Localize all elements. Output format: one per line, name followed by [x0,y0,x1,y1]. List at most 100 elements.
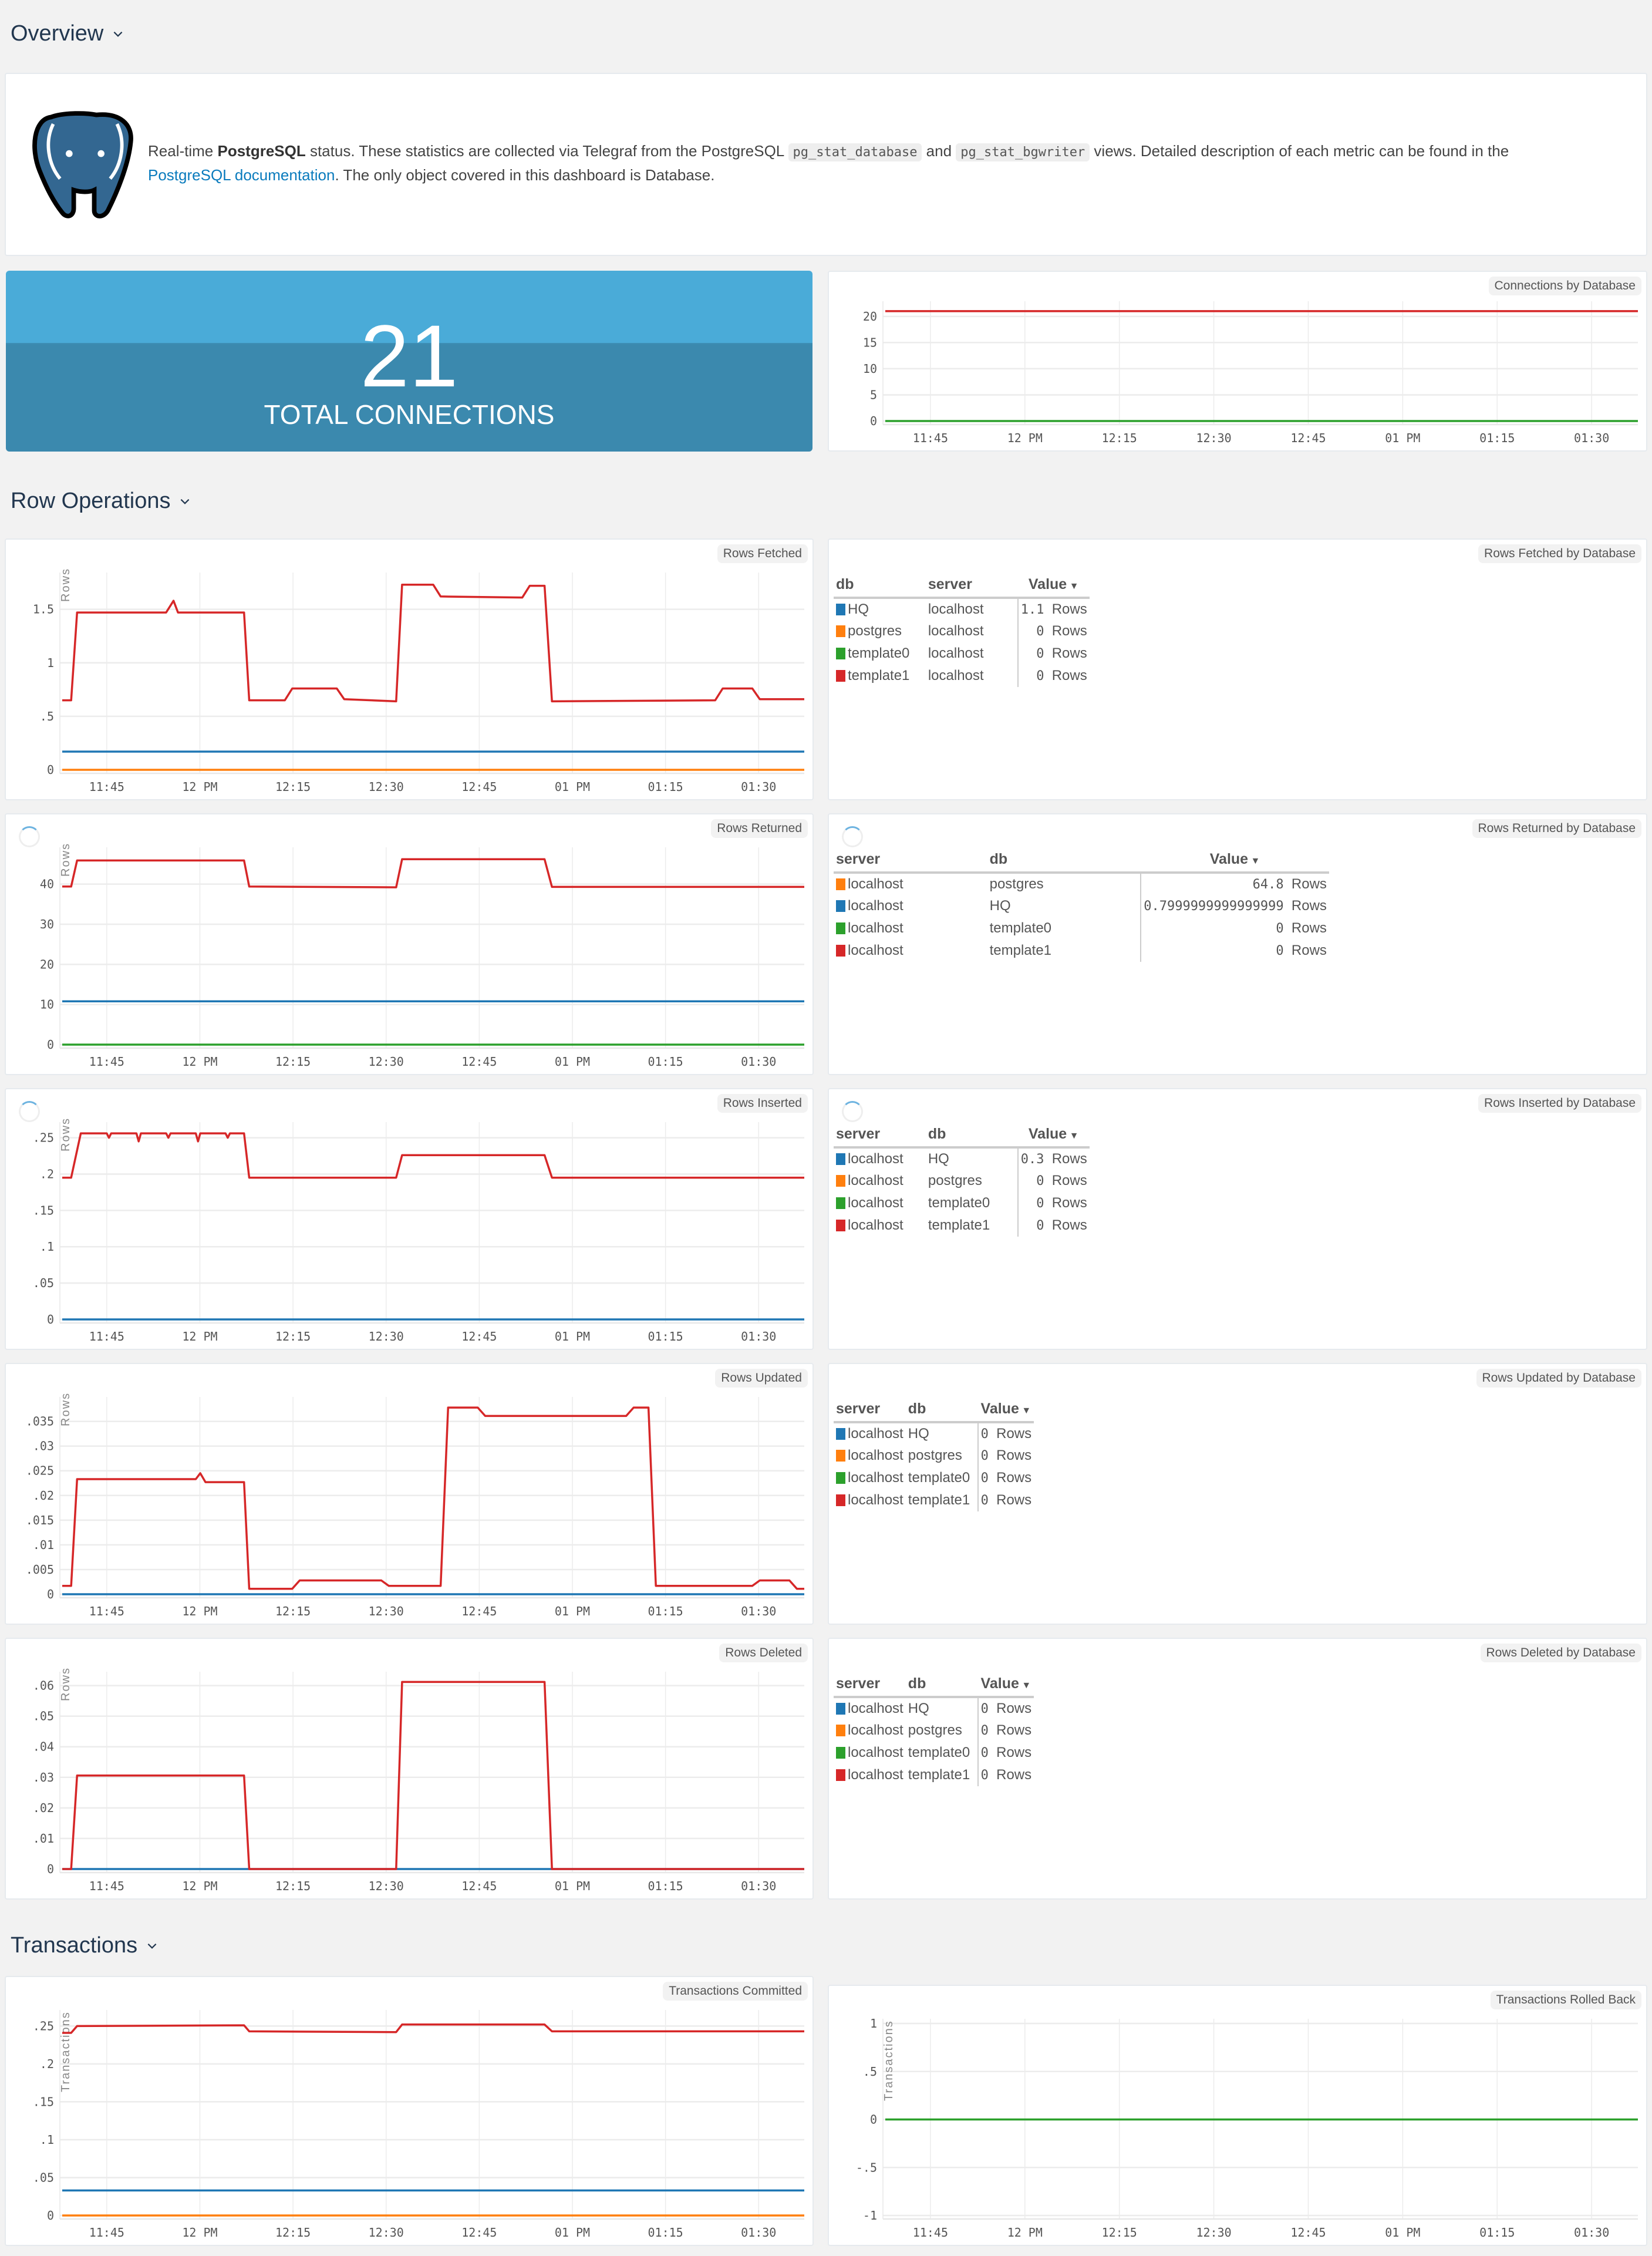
column-header-value[interactable]: Value ▼ [1017,573,1090,599]
section-transactions-toggle[interactable]: Transactions [11,1933,159,1958]
y-tick-label: .15 [33,2095,54,2109]
intro-text: . The only object covered in this dashbo… [335,166,715,184]
cell-text: template1 [848,668,910,683]
cell-server: localhost [928,601,984,617]
y-axis-label: Rows [59,1392,72,1426]
chevron-down-icon [147,1943,157,1949]
x-tick-label: 01 PM [555,1055,590,1069]
cell-server: localhost [834,873,987,895]
y-tick-label: 0 [870,414,877,428]
cell-db: template1 [928,1217,990,1233]
section-overview-toggle[interactable]: Overview [11,21,124,46]
table-row[interactable]: HQ localhost 1.1 Rows [834,598,1090,620]
table-row[interactable]: localhost HQ 0.7999999999999999 Rows [834,895,1329,917]
column-header-value[interactable]: Value ▼ [1017,1122,1090,1149]
x-tick-label: 12:45 [461,1604,497,1618]
table-row[interactable]: localhost HQ 0 Rows [834,1422,1034,1444]
table-row[interactable]: localhost template1 0 Rows [834,1489,1034,1511]
x-tick-label: 12 PM [182,780,217,794]
column-header-db[interactable]: db [905,1672,978,1698]
column-header-value[interactable]: Value ▼ [1141,847,1329,874]
value-unit: Rows [996,1492,1032,1508]
series-line-template1[interactable] [62,1681,804,1870]
cell-server: localhost [928,623,984,639]
x-tick-label: 01:30 [1574,431,1609,445]
value-unit: Rows [1051,1173,1087,1188]
cell-db: HQ [908,1701,929,1716]
cell-value: 0 Rows [1140,940,1329,962]
value-number: 0 [980,1471,997,1486]
table-row[interactable]: localhost template0 0 Rows [834,1192,1090,1214]
value-number: 0 [1036,647,1052,661]
table-row[interactable]: localhost postgres 64.8 Rows [834,873,1329,895]
series-line-template1[interactable] [62,1132,804,1179]
table-panel-rows-deleted: Rows Deleted by Database server db Value ▼… [828,1638,1647,1900]
x-tick-label: 12:30 [369,780,404,794]
y-tick-label: .25 [33,1131,54,1145]
column-header-db[interactable]: db [905,1397,978,1423]
column-header-db[interactable]: db [925,1122,1018,1149]
cell-value: 0 Rows [1017,665,1090,687]
x-tick-label: 01 PM [555,780,590,794]
series-line-template1[interactable] [62,858,804,888]
value-number: 0 [980,1768,997,1783]
section-row-operations-toggle[interactable]: Row Operations [11,489,191,514]
x-tick-label: 12 PM [182,1604,217,1618]
y-tick-label: .04 [33,1740,54,1754]
column-header-server[interactable]: server [834,1672,906,1698]
table-row[interactable]: localhost template1 0 Rows [834,1764,1034,1786]
data-table: server db Value ▼ localhost postgres 64.8 Row… [834,847,1329,962]
table-row[interactable]: localhost postgres 0 Rows [834,1719,1034,1742]
table-row[interactable]: localhost HQ 0 Rows [834,1697,1034,1719]
series-line-template1[interactable] [62,1406,804,1590]
x-tick-label: 12:15 [275,2225,311,2240]
cell-value: 0 Rows [977,1697,1034,1719]
table-row[interactable]: localhost template0 0 Rows [834,1467,1034,1489]
code-pg-stat-database: pg_stat_database [788,143,922,161]
chart-svg-rows_inserted: 11:45 12 PM 12:15 12:30 12:45 01 PM 01:15 01:30… [33,1117,804,1344]
table-row[interactable]: localhost template0 0 Rows [834,1742,1034,1764]
x-tick-label: 12:45 [461,1329,497,1344]
cell-value: 0 Rows [977,1719,1034,1742]
y-tick-label: -.5 [856,2160,877,2174]
cell-text: localhost [848,898,903,914]
column-header-db[interactable]: db [834,573,926,599]
column-header-server[interactable]: server [834,847,987,874]
cell-text: localhost [848,1722,903,1738]
cell-server: localhost [834,1489,906,1511]
column-header-server[interactable]: server [834,1397,906,1423]
cell-value: 1.1 Rows [1017,598,1090,620]
column-header-server[interactable]: server [834,1122,926,1149]
x-tick-label: 01:30 [1574,2225,1609,2240]
cell-text: localhost [848,1447,903,1463]
loading-spinner-icon [842,1101,863,1122]
y-tick-label: .05 [33,1709,54,1723]
table-row[interactable]: localhost template1 0 Rows [834,940,1329,962]
x-tick-label: 12:30 [369,1329,404,1344]
table-row[interactable]: localhost postgres 0 Rows [834,1444,1034,1467]
column-header-value[interactable]: Value ▼ [977,1397,1034,1423]
table-row[interactable]: postgres localhost 0 Rows [834,620,1090,642]
table-row[interactable]: localhost template0 0 Rows [834,917,1329,940]
table-row[interactable]: localhost HQ 0.3 Rows [834,1147,1090,1170]
column-header-value[interactable]: Value ▼ [977,1672,1034,1698]
value-number: 1.1 [1020,602,1052,617]
chart-svg-transactions_committed: 11:45 12 PM 12:15 12:30 12:45 01 PM 01:15 01:30… [33,2010,804,2240]
y-tick-label: .05 [33,1276,54,1290]
cell-server: localhost [834,1147,926,1170]
table-header-row: server db Value ▼ [834,847,1329,874]
value-unit: Rows [1051,1151,1087,1167]
y-tick-label: 10 [863,362,877,376]
table-row[interactable]: localhost postgres 0 Rows [834,1170,1090,1192]
series-line-template1[interactable] [62,584,804,703]
table-row[interactable]: localhost template1 0 Rows [834,1214,1090,1237]
y-tick-label: .25 [33,2019,54,2033]
value-unit: Rows [1051,623,1087,639]
table-row[interactable]: template0 localhost 0 Rows [834,642,1090,665]
column-header-db[interactable]: db [987,847,1141,874]
panel-title: Rows Updated by Database [1476,1369,1641,1388]
column-header-server[interactable]: server [925,573,1018,599]
table-row[interactable]: template1 localhost 0 Rows [834,665,1090,687]
cell-server: localhost [834,940,987,962]
postgresql-documentation-link[interactable]: PostgreSQL documentation [148,166,335,184]
